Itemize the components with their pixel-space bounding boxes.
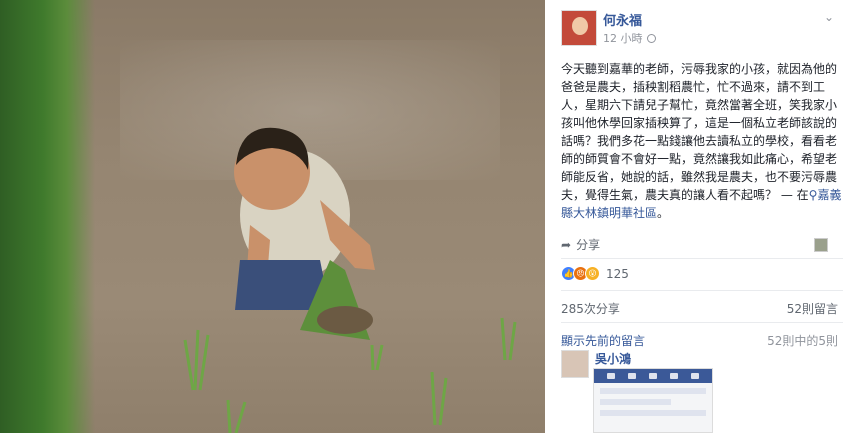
share-button[interactable]: ➦ 分享 (561, 236, 600, 253)
photo-scene (183, 127, 517, 433)
post-photo[interactable] (0, 0, 545, 433)
comment-ratio: 52則中的5則 (767, 334, 838, 348)
view-previous-comments-link[interactable]: 顯示先前的留言 (561, 332, 645, 349)
post-panel: 何永福 12 小時 ⌄ 今天聽到嘉華的老師，污辱我家的小孩，就因為他的爸爸是農夫… (545, 0, 850, 433)
reactions-summary[interactable]: 👍 😠 😮 125 (561, 266, 629, 281)
wow-reaction-icon: 😮 (585, 266, 600, 281)
timestamp-text: 12 小時 (603, 32, 643, 45)
shares-count[interactable]: 285次分享 (561, 300, 620, 317)
post-timestamp[interactable]: 12 小時 (603, 30, 656, 46)
reaction-count: 125 (606, 266, 629, 281)
commenter-name[interactable]: 吳小鴻 (595, 350, 631, 367)
share-icon: ➦ (561, 237, 572, 252)
divider (561, 290, 843, 291)
divider (561, 258, 843, 259)
screenshot-toolbar (594, 369, 712, 383)
screenshot-line (600, 410, 706, 416)
page-thumbnail[interactable] (814, 238, 828, 252)
chevron-down-icon[interactable]: ⌄ (824, 10, 834, 24)
location-prefix: — 在 (777, 188, 809, 202)
post-body-text: 今天聽到嘉華的老師，污辱我家的小孩，就因為他的爸爸是農夫，插秧割稻農忙，忙不過來… (561, 62, 838, 202)
post-text: 今天聽到嘉華的老師，污辱我家的小孩，就因為他的爸爸是農夫，插秧割稻農忙，忙不過來… (561, 60, 843, 222)
screenshot-line (600, 399, 671, 405)
commenter-avatar[interactable] (561, 350, 589, 378)
author-avatar[interactable] (561, 10, 597, 46)
comment-image[interactable] (593, 368, 713, 433)
globe-icon (646, 33, 656, 43)
author-name[interactable]: 何永福 (603, 10, 642, 29)
comments-count[interactable]: 52則留言 (787, 300, 838, 317)
share-label: 分享 (576, 238, 601, 252)
screenshot-line (600, 388, 706, 394)
divider (561, 322, 843, 323)
location-suffix: 。 (657, 206, 670, 220)
